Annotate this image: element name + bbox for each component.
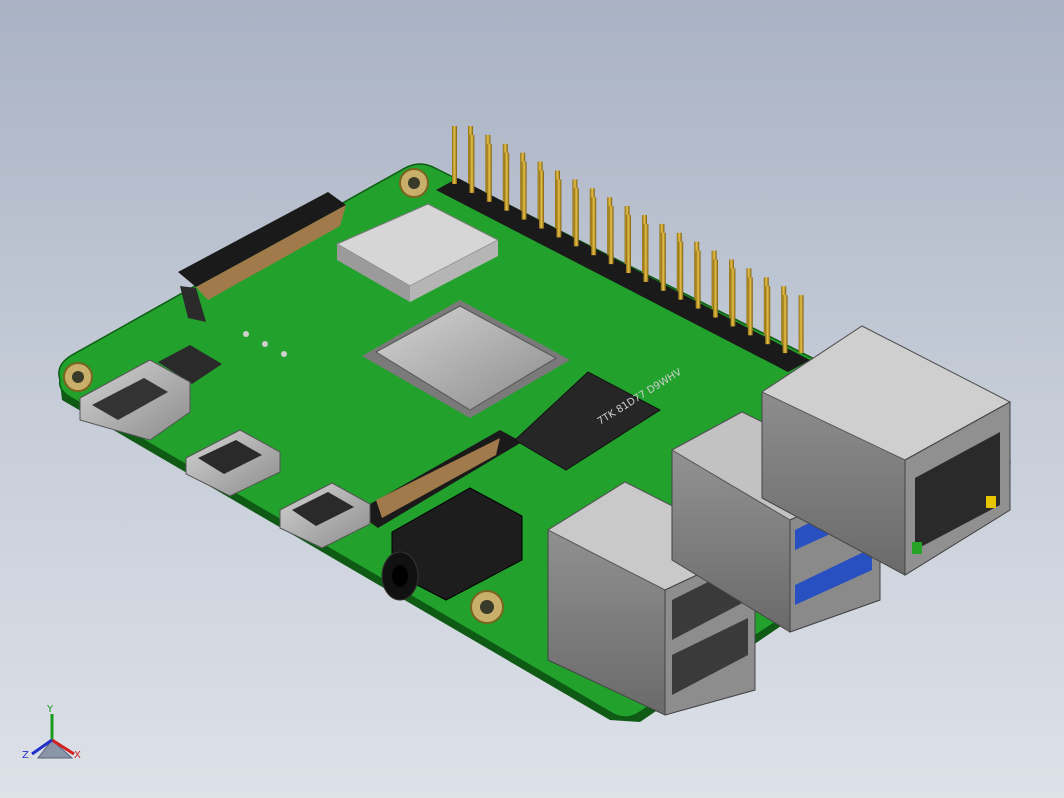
gpio-pin: [643, 223, 649, 282]
model-render[interactable]: 7TK 81D77 D9WHV: [0, 0, 1064, 798]
gpio-pin: [556, 179, 562, 238]
gpio-pin: [573, 188, 579, 247]
gpio-pin: [452, 126, 457, 184]
gpio-pin: [539, 170, 544, 229]
z-axis-label: Z: [22, 750, 29, 761]
gpio-pin: [798, 295, 804, 354]
gpio-pin: [504, 152, 510, 211]
gpio-pin: [608, 206, 614, 265]
gpio-pin: [660, 232, 666, 291]
gpio-pin: [521, 161, 527, 220]
triad-graphic: Y X Z: [22, 704, 81, 761]
gpio-pin: [782, 295, 788, 354]
gpio-pin: [486, 143, 492, 202]
gpio-pin: [695, 250, 701, 309]
ethernet-led-green: [912, 542, 922, 554]
y-axis-label: Y: [46, 704, 54, 715]
cad-viewport[interactable]: 7TK 81D77 D9WHV Y X Z: [0, 0, 1064, 798]
gpio-pin: [730, 268, 736, 327]
gpio-pin: [713, 259, 718, 318]
axis-triad: Y X Z: [14, 700, 94, 780]
gpio-pin: [469, 134, 475, 193]
gpio-pin: [678, 241, 684, 300]
gpio-pin: [747, 277, 753, 336]
gpio-pin: [591, 197, 597, 256]
x-axis-label: X: [74, 750, 81, 761]
gpio-pin: [765, 286, 771, 345]
ethernet-led-yellow: [986, 496, 996, 508]
gpio-pin: [626, 215, 631, 273]
